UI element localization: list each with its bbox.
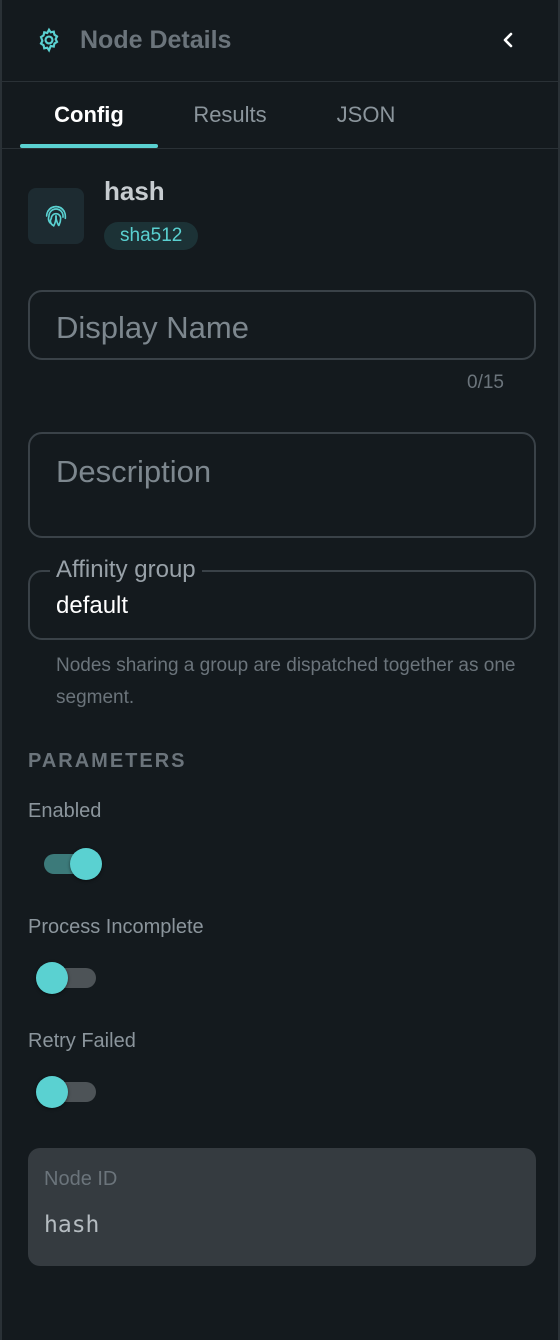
panel-title: Node Details [80,26,232,54]
affinity-group-input[interactable]: Affinity group default [28,556,536,640]
chevron-left-icon[interactable] [496,26,520,54]
description-input[interactable]: Description [28,432,536,538]
panel-header: Node Details [2,0,558,82]
node-id-value: hash [44,1212,100,1238]
param-label-process-incomplete: Process Incomplete [28,916,204,938]
enabled-toggle[interactable] [36,848,102,880]
retry-failed-toggle[interactable] [36,1076,96,1108]
display-name-placeholder: Display Name [56,310,249,345]
description-placeholder: Description [56,454,212,489]
active-tab-indicator [20,144,158,148]
parameters-section-title: PARAMETERS [28,750,187,772]
affinity-group-label: Affinity group [50,556,202,584]
tab-json[interactable]: JSON [308,82,424,148]
node-id-label: Node ID [44,1168,118,1190]
tab-config[interactable]: Config [20,82,158,148]
param-label-retry-failed: Retry Failed [28,1030,136,1052]
tab-results[interactable]: Results [166,82,294,148]
node-name: hash [104,176,165,206]
toggle-knob [70,848,102,880]
node-details-panel: Node Details Config Results JSON hash sh… [0,0,560,1340]
affinity-group-value: default [56,592,129,619]
fingerprint-icon [45,205,67,227]
node-id-field: Node ID hash [28,1148,536,1266]
param-label-enabled: Enabled [28,800,102,822]
toggle-knob [36,962,68,994]
node-type-icon-box [28,188,84,244]
tab-bar: Config Results JSON [2,82,558,149]
toggle-knob [36,1076,68,1108]
display-name-input[interactable]: Display Name [28,290,536,360]
node-type-badge: sha512 [104,222,199,250]
character-counter: 0/15 [467,372,504,393]
affinity-group-helper-text: Nodes sharing a group are dispatched tog… [56,655,516,708]
process-incomplete-toggle[interactable] [36,962,96,994]
gear-icon [36,27,62,53]
